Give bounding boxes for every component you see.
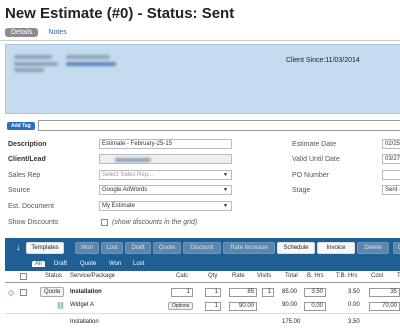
tag-input[interactable] xyxy=(38,120,400,131)
redacted-client-city xyxy=(14,68,44,72)
row-service: Installation xyxy=(70,289,102,295)
row-rate-field[interactable]: 90.00 xyxy=(229,302,257,311)
subtotal-service: Installation xyxy=(70,319,99,325)
redacted-client-lead xyxy=(115,158,151,162)
chevron-down-icon: ▼ xyxy=(223,172,228,178)
row-bhrs-field[interactable]: 0.00 xyxy=(304,302,326,311)
tab-notes[interactable]: Notes xyxy=(48,29,66,36)
filter-lost[interactable]: Lost xyxy=(130,261,147,267)
toolbar-discount-button[interactable]: Discount xyxy=(183,242,221,254)
toolbar-delete-button[interactable]: Delete xyxy=(357,242,389,254)
est-document-select[interactable]: My Estimate ▼ xyxy=(99,201,232,211)
subtotal-tbhrs: 3.50 xyxy=(348,319,360,325)
estimate-date-label: Estimate Date xyxy=(292,141,336,148)
row-total: 90.00 xyxy=(282,302,298,308)
row-cost-field[interactable]: 70.00 xyxy=(369,302,400,311)
row-status-button[interactable]: Quote xyxy=(40,287,65,297)
tab-details[interactable]: Details xyxy=(5,28,39,37)
po-number-label: PO Number xyxy=(292,172,329,179)
stage-label: Stage xyxy=(292,187,311,194)
row-total: 85.00 xyxy=(282,289,298,295)
expand-icon[interactable]: ◇ xyxy=(8,288,14,297)
status-filter-bar: All Draft Quote Won Lost xyxy=(5,260,400,271)
filter-quote[interactable]: Quote xyxy=(77,261,99,267)
toolbar-draft-button[interactable]: Draft xyxy=(125,242,151,254)
select-all-checkbox[interactable] xyxy=(20,273,27,280)
add-tag-button[interactable]: Add Tag xyxy=(7,122,35,130)
chevron-down-icon: ▼ xyxy=(223,203,228,209)
row-visits-field[interactable]: 1 xyxy=(262,288,274,297)
down-arrow-icon[interactable]: ↓ xyxy=(16,242,21,252)
filter-draft[interactable]: Draft xyxy=(51,261,70,267)
client-since: Client Since:11/03/2014 xyxy=(286,57,360,64)
redacted-client-email[interactable] xyxy=(66,62,116,66)
stage-select[interactable]: Sent - xyxy=(382,185,400,195)
options-button[interactable]: Options xyxy=(168,302,194,310)
redacted-client-phone xyxy=(66,55,110,59)
client-lead-label: Client/Lead xyxy=(8,156,46,163)
redacted-client-name xyxy=(14,55,52,59)
toolbar-c-button[interactable]: C xyxy=(393,242,400,254)
description-field[interactable]: Estimate - February-25-15 xyxy=(99,139,232,149)
row-calc-field[interactable]: 1 xyxy=(171,288,193,297)
toolbar-quote-button[interactable]: Quote xyxy=(153,242,181,254)
row-qty-field[interactable]: 1 xyxy=(205,302,221,311)
toolbar-rate-increase-button[interactable]: Rate Increase xyxy=(223,242,275,254)
row-divider xyxy=(5,313,400,314)
row-qty-field[interactable]: 1 xyxy=(205,288,221,297)
client-info-panel: Client Since:11/03/2014 xyxy=(5,44,400,114)
row-tbhrs: 3.50 xyxy=(348,289,360,295)
items-table-header: Status Service/Package Calc Qty Rate Vis… xyxy=(5,271,400,283)
show-discounts-checkbox[interactable] xyxy=(101,219,108,226)
est-document-value: My Estimate xyxy=(102,203,136,209)
col-calc: Calc xyxy=(176,273,189,279)
valid-until-field[interactable]: 03/27 xyxy=(382,154,400,164)
row-tbhrs: 0.00 xyxy=(348,302,360,308)
col-total: Total xyxy=(285,273,298,279)
client-lead-field[interactable] xyxy=(99,154,232,164)
row-rate-field[interactable]: 85 xyxy=(229,288,257,297)
subtotal-total: 175.00 xyxy=(282,319,301,325)
col-qty: Qty xyxy=(208,273,218,279)
estimate-date-field[interactable]: 02/25 xyxy=(382,139,400,149)
row-bhrs-field[interactable]: 3.50 xyxy=(304,288,326,297)
source-label: Source xyxy=(8,187,31,194)
chevron-down-icon: ▼ xyxy=(223,187,228,193)
est-document-label: Est. Document xyxy=(8,203,54,210)
col-visits: Visits xyxy=(257,273,272,279)
col-cost: Cost xyxy=(371,273,384,279)
sales-rep-placeholder: Select Sales Rep... xyxy=(102,172,154,178)
show-discounts-hint: (show discounts in the grid) xyxy=(112,219,198,226)
sales-rep-select[interactable]: Select Sales Rep... ▼ xyxy=(99,170,232,180)
filter-all[interactable]: All xyxy=(32,261,45,267)
sales-rep-label: Sales Rep xyxy=(8,172,41,179)
page-title: New Estimate (#0) - Status: Sent xyxy=(5,5,235,22)
row-service: Widget A xyxy=(70,302,95,308)
col-service: Service/Package xyxy=(70,273,116,279)
source-select[interactable]: Google AdWords ▼ xyxy=(99,185,232,195)
row-cost-field[interactable]: 35 xyxy=(369,288,400,297)
toolbar-templates-button[interactable]: Templates xyxy=(26,242,64,254)
detail-tabs: Details Notes xyxy=(5,28,67,37)
items-toolbar: ↓ Templates Won Lost Draft Quote Discount Rate… xyxy=(5,238,400,260)
estimate-page: New Estimate (#0) - Status: Sent Details… xyxy=(0,0,400,330)
redacted-client-address xyxy=(14,62,58,66)
source-value: Google AdWords xyxy=(102,187,148,193)
col-status: Status xyxy=(45,273,63,279)
divider xyxy=(0,40,400,41)
col-bhrs: B. Hrs xyxy=(307,273,324,279)
row-checkbox[interactable] xyxy=(20,289,27,296)
col-tbhrs: T.B. Hrs xyxy=(336,273,358,279)
valid-until-label: Valid Until Date xyxy=(292,156,340,163)
toolbar-lost-button[interactable]: Lost xyxy=(101,242,123,254)
col-rate: Rate xyxy=(232,273,245,279)
show-discounts-label: Show Discounts xyxy=(8,219,59,226)
toolbar-won-button[interactable]: Won xyxy=(75,242,99,254)
filter-won[interactable]: Won xyxy=(106,261,124,267)
po-number-field[interactable] xyxy=(382,170,400,180)
toolbar-invoice-button[interactable]: Invoice xyxy=(317,242,355,254)
description-label: Description xyxy=(8,141,47,148)
link-icon[interactable]: ⛓ xyxy=(56,302,65,310)
toolbar-schedule-button[interactable]: Schedule xyxy=(277,242,315,254)
